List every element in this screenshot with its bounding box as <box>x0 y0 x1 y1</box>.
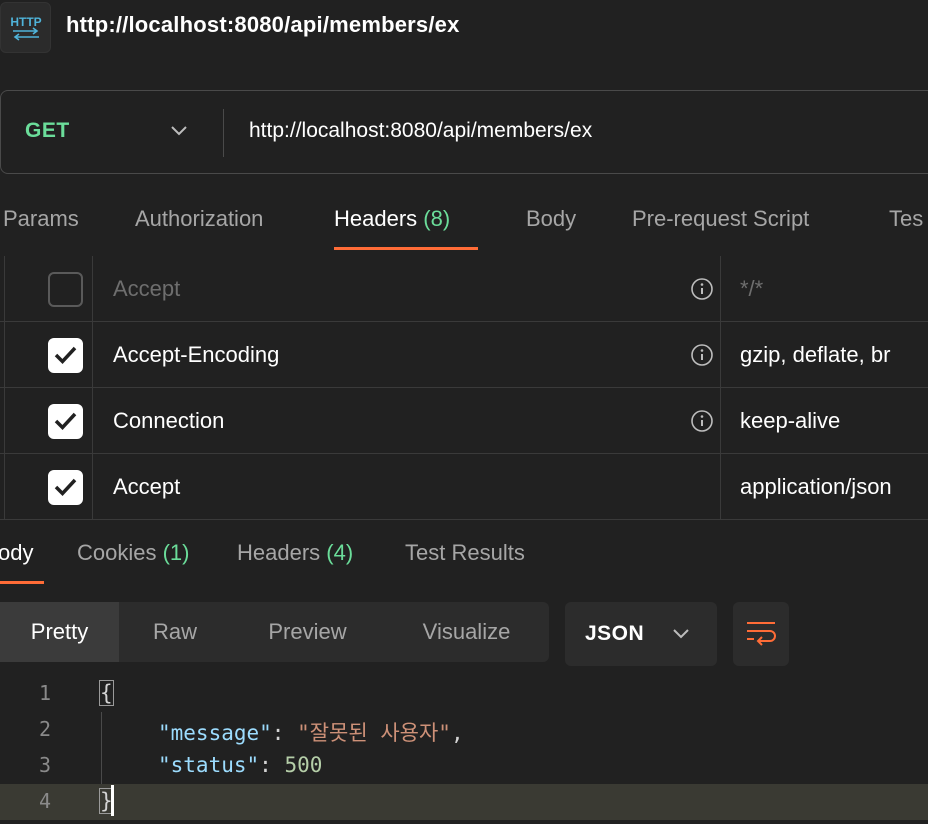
tab-headers[interactable]: Headers (8) <box>334 206 450 232</box>
header-key[interactable]: Accept-Encoding <box>113 342 279 368</box>
info-icon[interactable] <box>690 277 714 301</box>
divider <box>223 109 224 157</box>
json-key: "message" <box>158 721 272 745</box>
wrap-lines-icon <box>747 622 776 646</box>
tab-pre-request-script[interactable]: Pre-request Script <box>632 206 809 232</box>
check-icon <box>54 478 77 497</box>
header-value[interactable]: */* <box>740 276 763 302</box>
tab-label: Params <box>3 206 79 231</box>
code-line: 2 "message": "잘못된 사용자", <box>0 712 928 748</box>
table-row: Accept */* <box>0 256 928 322</box>
json-string: "잘못된 사용자" <box>297 721 451 745</box>
view-raw-button[interactable]: Raw <box>119 602 231 662</box>
indent-guide <box>101 712 102 784</box>
tab-label: Test Results <box>405 540 525 565</box>
info-icon[interactable] <box>690 343 714 367</box>
json-number: 500 <box>284 753 323 777</box>
code-line: 4 } <box>0 784 928 820</box>
line-number: 2 <box>38 717 52 741</box>
response-body[interactable]: 1 { 2 "message": "잘못된 사용자", 3 "status": … <box>0 676 928 824</box>
tab-cookies[interactable]: Cookies (1) <box>77 540 190 566</box>
tab-response-headers[interactable]: Headers (4) <box>237 540 353 566</box>
tab-label: Headers <box>334 206 418 231</box>
wrap-lines-button[interactable] <box>733 602 789 666</box>
view-pretty-button[interactable]: Pretty <box>0 602 119 662</box>
http-icon: HTTP <box>0 2 51 53</box>
request-bar: GET <box>0 90 928 174</box>
json-comma: , <box>450 721 464 745</box>
header-key[interactable]: Connection <box>113 408 224 434</box>
view-visualize-button[interactable]: Visualize <box>384 602 549 662</box>
header-key[interactable]: Accept <box>113 474 180 500</box>
header-checkbox[interactable] <box>48 404 83 439</box>
check-icon <box>54 346 77 365</box>
table-row: Connection keep-alive <box>0 388 928 454</box>
tab-label: Pre-request Script <box>632 206 810 231</box>
headers-table: Accept */* Accept-Encoding gzip, deflate… <box>0 256 928 522</box>
check-icon <box>54 412 77 431</box>
json-colon: : <box>259 753 285 777</box>
tab-label: Cookies <box>77 540 157 565</box>
tab-label: Body <box>526 206 577 231</box>
view-preview-button[interactable]: Preview <box>231 602 384 662</box>
header-value[interactable]: keep-alive <box>740 408 840 434</box>
tab-count: (8) <box>423 206 451 231</box>
view-mode-group: Pretty Raw Preview Visualize <box>0 602 549 662</box>
table-row: Accept-Encoding gzip, deflate, br <box>0 322 928 388</box>
header-checkbox[interactable] <box>48 338 83 373</box>
header-checkbox[interactable] <box>48 272 83 307</box>
svg-text:HTTP: HTTP <box>10 15 41 29</box>
tab-test-results[interactable]: Test Results <box>405 540 525 566</box>
url-input[interactable] <box>249 119 899 143</box>
chevron-down-icon <box>673 629 689 639</box>
page-title: http://localhost:8080/api/members/ex <box>66 12 460 37</box>
request-tabs: Params Authorization Headers (8) Body Pr… <box>0 200 928 252</box>
tab-tests[interactable]: Tes <box>889 206 923 232</box>
info-icon[interactable] <box>690 409 714 433</box>
format-label: JSON <box>585 622 645 645</box>
tab-label: ody <box>0 540 34 565</box>
header-value[interactable]: gzip, deflate, br <box>740 342 890 368</box>
tab-params[interactable]: Params <box>3 206 79 232</box>
tab-label: Authorization <box>135 206 264 231</box>
method-select[interactable]: GET <box>25 119 70 143</box>
line-number: 4 <box>38 789 52 813</box>
tab-count: (4) <box>326 540 354 565</box>
tab-body[interactable]: ody <box>0 540 33 566</box>
text-cursor <box>111 785 114 816</box>
line-number: 1 <box>38 681 52 705</box>
line-number: 3 <box>38 753 52 777</box>
header-checkbox[interactable] <box>48 470 83 505</box>
code-line: 1 { <box>0 676 928 712</box>
header-key[interactable]: Accept <box>113 276 180 302</box>
json-colon: : <box>271 721 298 745</box>
table-row: Accept application/json <box>0 454 928 520</box>
response-tabs: ody Cookies (1) Headers (4) Test Results <box>0 530 928 586</box>
code-line: 3 "status": 500 <box>0 748 928 784</box>
format-select[interactable]: JSON <box>565 602 717 666</box>
chevron-down-icon[interactable] <box>169 123 189 137</box>
active-tab-indicator <box>334 247 478 250</box>
tab-authorization[interactable]: Authorization <box>135 206 263 232</box>
tab-count: (1) <box>162 540 190 565</box>
tab-label: Headers <box>237 540 321 565</box>
json-key: "status" <box>158 753 260 777</box>
active-tab-indicator <box>0 581 44 584</box>
tab-label: Tes <box>889 206 924 231</box>
tab-body[interactable]: Body <box>526 206 576 232</box>
open-brace: { <box>99 680 114 706</box>
header-value[interactable]: application/json <box>740 474 892 500</box>
